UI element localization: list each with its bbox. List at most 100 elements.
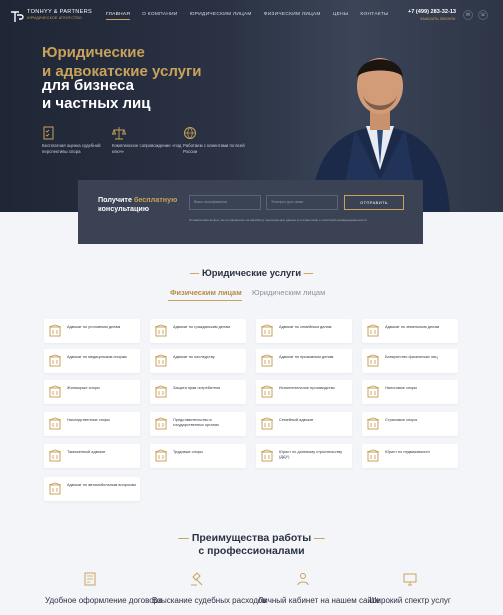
briefcase-icon: [154, 449, 168, 463]
callback-link[interactable]: ЗАКАЗАТЬ ЗВОНОК: [420, 17, 455, 21]
advantage-cabinet: Личный кабинет на нашем сайте: [258, 596, 380, 605]
service-card[interactable]: Жилищные споры: [44, 380, 140, 404]
nav-home[interactable]: ГЛАВНАЯ: [106, 12, 131, 20]
phone-input[interactable]: Телефон для связи: [266, 195, 338, 210]
service-label: Юрист по долевому строительству (ДДУ): [279, 449, 343, 459]
globe-icon: [184, 127, 196, 139]
land-icon: [48, 417, 62, 431]
service-card[interactable]: Налоговые споры: [362, 380, 458, 404]
family-icon: [260, 417, 274, 431]
account-icon: [297, 573, 309, 586]
nav-prices[interactable]: ЦЕНЫ: [333, 12, 349, 17]
house-icon: [366, 324, 380, 338]
service-label: Адвокат по гражданским делам: [173, 324, 231, 329]
person-icon: [260, 324, 274, 338]
nav-legal-entities[interactable]: ЮРИДИЧЕСКИМ ЛИЦАМ: [190, 12, 252, 17]
service-label: Адвокат по наследству: [173, 354, 215, 359]
columns-icon: [260, 385, 274, 399]
submit-button[interactable]: ОТПРАВИТЬ: [344, 195, 404, 210]
service-card[interactable]: Адвокат по призывным делам: [256, 349, 352, 373]
monitor-icon: [403, 573, 417, 586]
service-card[interactable]: Адвокат по семейным делам: [256, 319, 352, 343]
service-label: Адвокат по призывным делам: [279, 354, 334, 359]
service-card[interactable]: Страховые споры: [362, 412, 458, 436]
service-card[interactable]: Адвокат по наследству: [150, 349, 246, 373]
service-label: Адвокат по уголовным делам: [67, 324, 121, 329]
advantages-title: — Преимущества работы —: [178, 532, 325, 544]
service-label: Юрист по недвижимости: [385, 449, 430, 454]
feature-free-assessment: Бесплатная оценка судебной перспективы с…: [42, 126, 116, 154]
handshake-icon: [366, 417, 380, 431]
service-label: Трудовые споры: [173, 449, 203, 454]
service-label: Адвокат по семейным делам: [279, 324, 332, 329]
service-card[interactable]: Адвокат по медицинским спорам: [44, 349, 140, 373]
service-card[interactable]: Адвокат по автомобильным вопросам: [44, 477, 140, 501]
advantage-contract: Удобное оформление договора: [45, 596, 163, 605]
heart-icon: [48, 354, 62, 368]
service-card[interactable]: Юрист по долевому строительству (ДДУ): [256, 444, 352, 468]
house-icon: [366, 449, 380, 463]
worker-icon: [260, 354, 274, 368]
service-card[interactable]: Банкротство физических лиц: [362, 349, 458, 373]
service-label: Адвокат по земельным делам: [385, 324, 440, 329]
services-title: — Юридические услуги —: [189, 268, 314, 279]
service-card[interactable]: Адвокат по земельным делам: [362, 319, 458, 343]
service-label: Адвокат по медицинским спорам: [67, 354, 127, 359]
car-icon: [48, 482, 62, 496]
bank-icon: [366, 354, 380, 368]
name-input[interactable]: Ваше имя/фамилия: [189, 195, 261, 210]
hero-title-white: для бизнеса и частных лиц: [42, 77, 151, 112]
gavel-icon: [191, 572, 203, 586]
phone-number[interactable]: +7 (499) 283-32-13: [408, 9, 456, 15]
consultation-form: Получите бесплатную консультацию Ваше им…: [78, 180, 423, 244]
service-label: Жилищные споры: [67, 385, 100, 390]
tab-individuals[interactable]: Физическим лицам: [170, 288, 242, 297]
service-label: Банкротство физических лиц: [385, 354, 438, 359]
brand-name: TONHYY & PARTNERS: [27, 9, 92, 15]
service-label: Адвокат по автомобильным вопросам: [67, 482, 136, 487]
services-tabs: Физическим лицам Юридическим лицам: [168, 287, 338, 301]
service-card[interactable]: Адвокат по гражданским делам: [150, 319, 246, 343]
nav-about[interactable]: О КОМПАНИИ: [142, 12, 178, 17]
person-icon: [48, 449, 62, 463]
service-card[interactable]: Трудовые споры: [150, 444, 246, 468]
document-icon: [260, 449, 274, 463]
advantages-subtitle: с профессионалами: [198, 545, 305, 557]
service-label: Защита прав потребителя: [173, 385, 221, 390]
scales-icon: [112, 127, 126, 140]
privacy-note: Оставляя ваш вопрос, вы соглашаетесь на …: [189, 218, 367, 222]
logo-icon[interactable]: [10, 9, 24, 23]
nav-contacts[interactable]: КОНТАКТЫ: [360, 12, 388, 17]
service-card[interactable]: Адвокат по уголовным делам: [44, 319, 140, 343]
service-label: Налоговые споры: [385, 385, 418, 390]
consumer-icon: [154, 385, 168, 399]
service-label: Страховые споры: [385, 417, 418, 422]
building-icon: [48, 324, 62, 338]
nav-individuals[interactable]: ФИЗИЧЕСКИМ ЛИЦАМ: [264, 12, 321, 17]
hero-title-gold: Юридические и адвокатские услуги: [42, 44, 202, 80]
messenger-icon[interactable]: ✉: [463, 10, 473, 20]
tax-icon: [366, 385, 380, 399]
service-card[interactable]: Наследственные споры: [44, 412, 140, 436]
feature-full-support: Комплексное сопровождение «под ключ»: [112, 126, 186, 154]
family-icon: [154, 324, 168, 338]
brand-tagline: ЮРИДИЧЕСКОЕ АГЕНТСТВО: [27, 16, 82, 20]
service-card[interactable]: Таможенный адвокат: [44, 444, 140, 468]
service-card[interactable]: Защита прав потребителя: [150, 380, 246, 404]
consultation-title: Получите бесплатную консультацию: [98, 195, 178, 213]
checklist-icon: [43, 126, 54, 140]
advantage-costs: Взыскание судебных расходов: [152, 596, 267, 605]
header: TONHYY & PARTNERS ЮРИДИЧЕСКОЕ АГЕНТСТВО …: [0, 0, 503, 30]
court-icon: [154, 417, 168, 431]
service-card[interactable]: Юрист по недвижимости: [362, 444, 458, 468]
advantage-range: Широкий спектр услуг: [369, 596, 451, 605]
service-card[interactable]: Семейный адвокат: [256, 412, 352, 436]
service-card[interactable]: Исполнительное производство: [256, 380, 352, 404]
tab-legal-entities[interactable]: Юридическим лицам: [252, 288, 325, 297]
houses-icon: [48, 385, 62, 399]
service-card[interactable]: Представительство в государственных орга…: [150, 412, 246, 436]
service-label: Таможенный адвокат: [67, 449, 106, 454]
phone-icon[interactable]: ☏: [478, 10, 488, 20]
service-label: Семейный адвокат: [279, 417, 314, 422]
main-nav: ГЛАВНАЯ О КОМПАНИИ ЮРИДИЧЕСКИМ ЛИЦАМ ФИЗ…: [106, 12, 389, 20]
